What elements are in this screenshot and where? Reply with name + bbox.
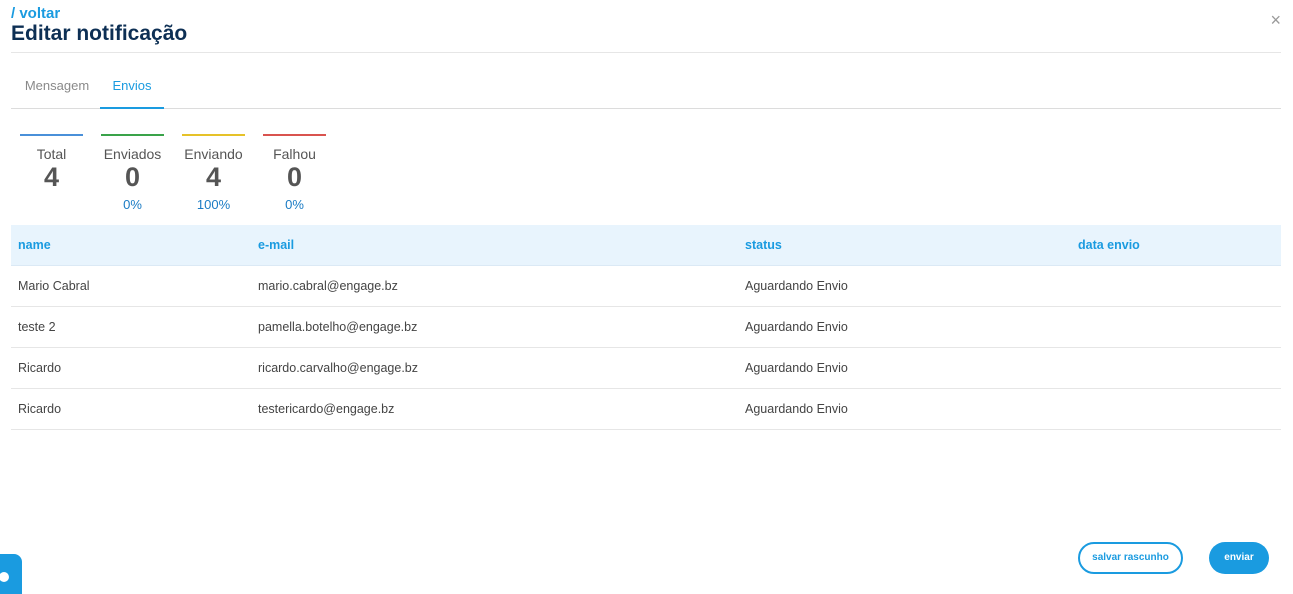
cell-name: teste 2 bbox=[11, 306, 251, 348]
stat-total: Total 4 bbox=[20, 134, 83, 191]
cell-status: Aguardando Envio bbox=[738, 306, 1071, 348]
stat-falhou-percent: 0% bbox=[285, 197, 304, 212]
column-header-status[interactable]: status bbox=[738, 225, 1071, 266]
stat-enviados: Enviados 0 0% bbox=[101, 134, 164, 212]
cell-name: Mario Cabral bbox=[11, 265, 251, 307]
cell-send-date bbox=[1071, 388, 1281, 430]
page-title: Editar notificação bbox=[11, 22, 188, 45]
stat-enviando-value: 4 bbox=[205, 162, 222, 192]
cell-email: ricardo.carvalho@engage.bz bbox=[251, 347, 738, 389]
stat-total-bar bbox=[20, 134, 83, 136]
cell-status: Aguardando Envio bbox=[738, 347, 1071, 389]
back-link[interactable]: / voltar bbox=[11, 5, 60, 22]
cell-status: Aguardando Envio bbox=[738, 265, 1071, 307]
stat-enviando-percent: 100% bbox=[196, 197, 231, 212]
stat-enviando-label: Enviando bbox=[184, 146, 243, 162]
stat-falhou-value: 0 bbox=[286, 162, 303, 192]
send-button[interactable]: enviar bbox=[1209, 542, 1269, 574]
stat-falhou-label: Falhou bbox=[273, 146, 316, 162]
close-icon[interactable]: × bbox=[1270, 11, 1281, 29]
cell-email: mario.cabral@engage.bz bbox=[251, 265, 738, 307]
table-row: Mario Cabral mario.cabral@engage.bz Agua… bbox=[11, 265, 1281, 307]
save-draft-button[interactable]: salvar rascunho bbox=[1078, 542, 1183, 574]
tab-envios[interactable]: Envios bbox=[100, 71, 164, 109]
stat-enviados-percent: 0% bbox=[123, 197, 142, 212]
stat-enviando: Enviando 4 100% bbox=[182, 134, 245, 212]
tab-mensagem[interactable]: Mensagem bbox=[14, 71, 100, 107]
stat-total-label: Total bbox=[36, 146, 67, 162]
column-header-name[interactable]: name bbox=[11, 225, 251, 266]
help-chat-icon[interactable] bbox=[0, 554, 22, 594]
stat-falhou: Falhou 0 0% bbox=[263, 134, 326, 212]
stat-enviados-bar bbox=[101, 134, 164, 136]
stat-enviados-label: Enviados bbox=[103, 146, 162, 162]
cell-status: Aguardando Envio bbox=[738, 388, 1071, 430]
table-header-row: name e-mail status data envio bbox=[11, 225, 1281, 266]
cell-send-date bbox=[1071, 265, 1281, 307]
table-row: Ricardo testericardo@engage.bz Aguardand… bbox=[11, 388, 1281, 430]
recipients-table: name e-mail status data envio Mario Cabr… bbox=[11, 225, 1281, 430]
cell-name: Ricardo bbox=[11, 388, 251, 430]
help-chat-dot bbox=[0, 572, 9, 582]
column-header-send-date[interactable]: data envio bbox=[1071, 225, 1281, 266]
cell-send-date bbox=[1071, 306, 1281, 348]
cell-name: Ricardo bbox=[11, 347, 251, 389]
stat-total-value: 4 bbox=[43, 162, 60, 192]
column-header-email[interactable]: e-mail bbox=[251, 225, 738, 266]
stat-enviados-value: 0 bbox=[124, 162, 141, 192]
cell-email: testericardo@engage.bz bbox=[251, 388, 738, 430]
table-row: teste 2 pamella.botelho@engage.bz Aguard… bbox=[11, 306, 1281, 348]
cell-send-date bbox=[1071, 347, 1281, 389]
stat-falhou-bar bbox=[263, 134, 326, 136]
stat-enviando-bar bbox=[182, 134, 245, 136]
tab-bar: Mensagem Envios bbox=[11, 71, 1281, 109]
header-divider bbox=[11, 52, 1281, 53]
cell-email: pamella.botelho@engage.bz bbox=[251, 306, 738, 348]
table-row: Ricardo ricardo.carvalho@engage.bz Aguar… bbox=[11, 347, 1281, 389]
